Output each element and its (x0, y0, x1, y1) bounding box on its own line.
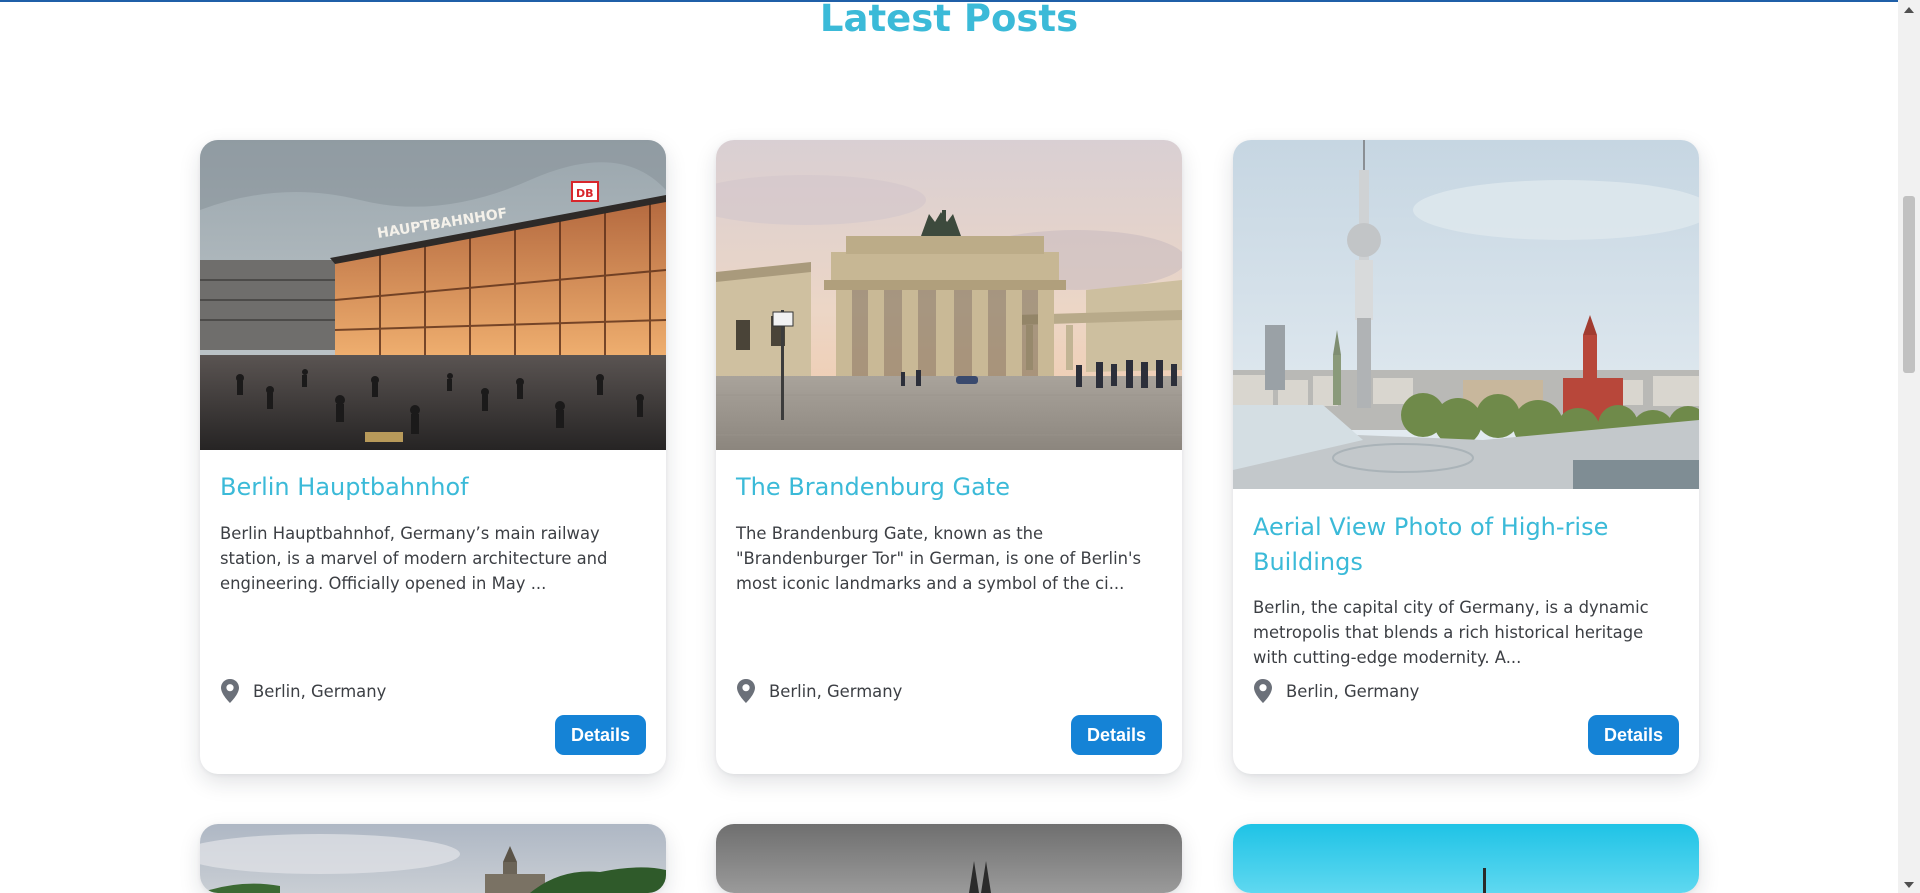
vertical-scrollbar[interactable] (1898, 0, 1920, 893)
details-button[interactable]: Details (554, 715, 646, 755)
post-card: The Brandenburg Gate The Brandenburg Gat… (716, 140, 1182, 774)
scroll-down-arrow-icon[interactable] (1898, 877, 1920, 893)
post-location: Berlin, Germany (736, 679, 902, 703)
post-image-brandenburg-gate[interactable] (716, 140, 1182, 450)
post-card: HAUPTBAHNHOF DB Berlin Hauptbahnhof Berl… (200, 140, 666, 774)
post-card-partial (200, 824, 666, 893)
map-pin-icon (1254, 679, 1272, 703)
post-card-partial (1233, 824, 1699, 893)
post-image-aerial-view[interactable] (1233, 140, 1699, 489)
post-description: The Brandenburg Gate, known as the "Bran… (736, 524, 1142, 593)
details-button[interactable]: Details (1070, 715, 1162, 755)
post-card: Aerial View Photo of High-rise Buildings… (1233, 140, 1699, 774)
post-image-tower-blue[interactable] (1233, 824, 1699, 893)
post-card-partial (716, 824, 1182, 893)
post-title[interactable]: The Brandenburg Gate (736, 470, 1162, 505)
post-description: Berlin, the capital city of Germany, is … (1253, 598, 1649, 667)
details-button[interactable]: Details (1587, 715, 1679, 755)
post-description: Berlin Hauptbahnhof, Germany’s main rail… (220, 524, 608, 593)
post-image-castle[interactable] (200, 824, 666, 893)
scroll-up-arrow-icon[interactable] (1898, 2, 1920, 18)
post-title[interactable]: Aerial View Photo of High-rise Buildings (1253, 510, 1679, 580)
section-title: Latest Posts (819, 0, 1079, 40)
post-title[interactable]: Berlin Hauptbahnhof (220, 470, 646, 505)
location-text: Berlin, Germany (253, 681, 387, 701)
post-image-cathedral[interactable] (716, 824, 1182, 893)
location-text: Berlin, Germany (769, 681, 903, 701)
db-badge-text: DB (576, 187, 594, 200)
map-pin-icon (737, 679, 755, 703)
post-location: Berlin, Germany (220, 679, 386, 703)
location-text: Berlin, Germany (1286, 681, 1420, 701)
map-pin-icon (221, 679, 239, 703)
scrollbar-thumb[interactable] (1903, 196, 1915, 373)
post-image-hauptbahnhof[interactable]: HAUPTBAHNHOF DB (200, 140, 666, 450)
post-location: Berlin, Germany (1253, 679, 1419, 703)
